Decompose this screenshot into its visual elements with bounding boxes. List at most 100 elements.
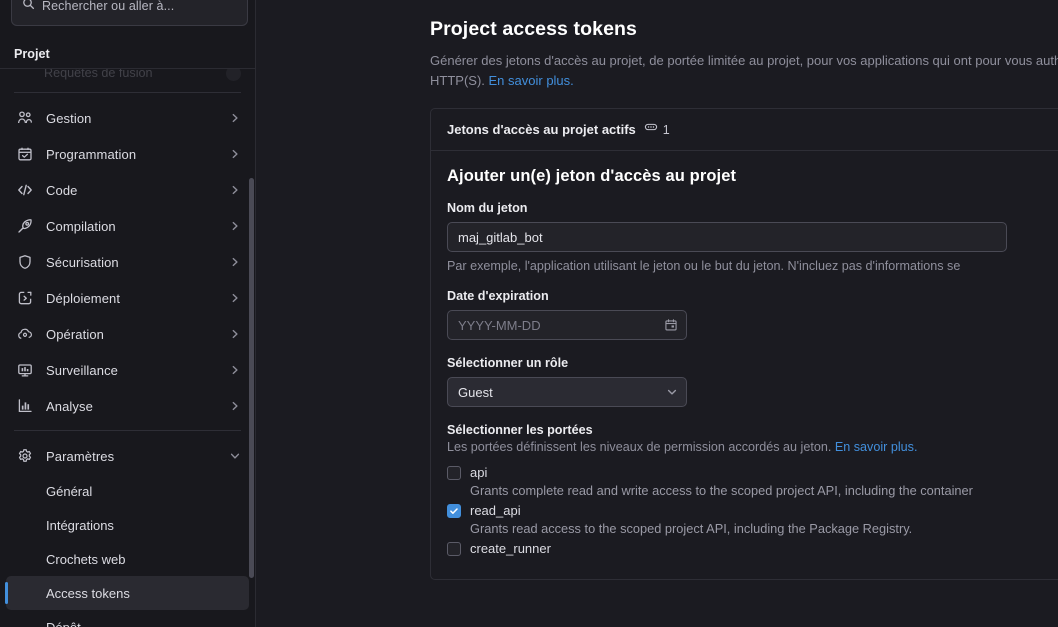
sidebar-item-label: Surveillance: [46, 362, 119, 378]
page-description: Générer des jetons d'accès au projet, de…: [430, 51, 1058, 91]
rocket-icon: [16, 217, 34, 235]
active-tokens-count: 1: [662, 122, 670, 137]
chevron-right-icon: [229, 364, 241, 376]
scope-row-read-api: read_api Grants read access to the scope…: [447, 502, 1058, 538]
add-token-form: Ajouter un(e) jeton d'accès au projet No…: [431, 151, 1058, 579]
scopes-subtitle: Les portées définissent les niveaux de p…: [447, 440, 1058, 454]
sidebar-divider-top: [14, 92, 241, 93]
token-name-label: Nom du jeton: [447, 201, 528, 215]
active-tokens-count-group: 1: [644, 120, 670, 139]
sidebar-item-label: Compilation: [46, 218, 116, 234]
app-root: Rechercher ou aller à... Projet Requêtes…: [0, 0, 1058, 627]
sidebar-item-label: Général: [46, 483, 93, 499]
shield-icon: [16, 253, 34, 271]
project-sidebar: Rechercher ou aller à... Projet Requêtes…: [0, 0, 256, 627]
sidebar-item-label: Code: [46, 182, 78, 198]
chevron-right-icon: [229, 256, 241, 268]
active-tokens-card: Jetons d'accès au projet actifs 1 Ajoute…: [430, 108, 1058, 580]
scopes-subtitle-text: Les portées définissent les niveaux de p…: [447, 440, 832, 454]
scope-name: api: [470, 465, 488, 480]
sidebar-item-general[interactable]: Général: [6, 474, 249, 508]
sidebar-item-code[interactable]: Code: [6, 172, 249, 208]
sidebar-item-webhooks[interactable]: Crochets web: [6, 542, 249, 576]
calendar-check-icon: [16, 145, 34, 163]
scopes-learn-more-link[interactable]: En savoir plus.: [835, 440, 918, 454]
token-name-input[interactable]: [447, 222, 1007, 252]
sidebar-item-integrations[interactable]: Intégrations: [6, 508, 249, 542]
role-select[interactable]: Guest: [447, 377, 687, 407]
cloud-gear-icon: [16, 325, 34, 343]
scope-checkbox-read-api[interactable]: [447, 504, 461, 518]
role-field-group: Sélectionner un rôle Guest: [447, 356, 1058, 407]
sidebar-item-label: Crochets web: [46, 551, 126, 567]
scope-name: create_runner: [470, 541, 551, 556]
chevron-down-icon: [229, 450, 241, 462]
active-tokens-title: Jetons d'accès au projet actifs: [447, 122, 636, 137]
page-description-line1: Générer des jetons d'accès au projet, de…: [430, 53, 972, 68]
scope-row-create-runner: create_runner: [447, 540, 1058, 557]
search-placeholder-text: Rechercher ou aller à...: [42, 0, 175, 13]
sidebar-item-analyse[interactable]: Analyse: [6, 388, 249, 424]
sidebar-nav-scroll: Requêtes de fusion Gestion Programmation…: [0, 60, 255, 627]
chevron-right-icon: [229, 292, 241, 304]
sidebar-section-title: Projet: [14, 46, 50, 61]
page-title: Project access tokens: [430, 18, 637, 40]
expiry-date-field-group: Date d'expiration: [447, 289, 1058, 340]
sidebar-item-programmation[interactable]: Programmation: [6, 136, 249, 172]
scope-description: Grants read access to the scoped project…: [470, 521, 913, 536]
active-tokens-card-header: Jetons d'accès au projet actifs 1: [431, 109, 1058, 151]
sidebar-item-depot[interactable]: Dépôt: [6, 610, 249, 627]
sidebar-divider-settings: [14, 430, 241, 431]
sidebar-item-compilation[interactable]: Compilation: [6, 208, 249, 244]
sidebar-item-label: Access tokens: [46, 585, 130, 601]
chart-icon: [16, 397, 34, 415]
sidebar-scrollbar[interactable]: [249, 178, 254, 578]
scopes-title: Sélectionner les portées: [447, 423, 593, 437]
scopes-section: Sélectionner les portées Les portées déf…: [447, 423, 1058, 557]
sidebar-item-label: Gestion: [46, 110, 92, 126]
token-name-help: Par exemple, l'application utilisant le …: [447, 259, 961, 273]
sidebar-item-label: Programmation: [46, 146, 137, 162]
sidebar-item-label: Opération: [46, 326, 104, 342]
add-token-form-title: Ajouter un(e) jeton d'accès au projet: [447, 167, 737, 185]
token-name-field-group: Nom du jeton Par exemple, l'application …: [447, 201, 1058, 273]
role-select-value: Guest: [458, 384, 493, 400]
scope-description: Grants complete read and write access to…: [470, 483, 973, 498]
sidebar-section-header: Projet: [0, 39, 255, 69]
chevron-right-icon: [229, 220, 241, 232]
expiry-date-label: Date d'expiration: [447, 289, 549, 303]
sidebar-item-label: Paramètres: [46, 448, 115, 464]
gear-icon: [16, 447, 34, 465]
sidebar-item-access-tokens[interactable]: Access tokens: [5, 576, 249, 610]
search-input[interactable]: Rechercher ou aller à...: [11, 0, 248, 26]
sidebar-item-label: Analyse: [46, 398, 93, 414]
role-label: Sélectionner un rôle: [447, 356, 569, 370]
learn-more-link[interactable]: En savoir plus.: [489, 73, 574, 88]
chevron-right-icon: [229, 400, 241, 412]
chevron-right-icon: [229, 328, 241, 340]
sidebar-item-label: Intégrations: [46, 517, 114, 533]
scope-checkbox-create-runner[interactable]: [447, 542, 461, 556]
scope-checkbox-api[interactable]: [447, 466, 461, 480]
sidebar-item-operation[interactable]: Opération: [6, 316, 249, 352]
deploy-icon: [16, 289, 34, 307]
chevron-right-icon: [229, 112, 241, 124]
scope-row-api: api Grants complete read and write acces…: [447, 464, 1058, 500]
chevron-right-icon: [229, 148, 241, 160]
chevron-right-icon: [229, 184, 241, 196]
sidebar-item-gestion[interactable]: Gestion: [6, 100, 249, 136]
sidebar-item-securisation[interactable]: Sécurisation: [6, 244, 249, 280]
scope-name: read_api: [470, 503, 521, 518]
settings-content: Project access tokens Générer des jetons…: [430, 0, 1058, 627]
sidebar-item-label: Dépôt: [46, 619, 81, 627]
code-icon: [16, 181, 34, 199]
sidebar-item-surveillance[interactable]: Surveillance: [6, 352, 249, 388]
sidebar-item-deploiement[interactable]: Déploiement: [6, 280, 249, 316]
monitor-icon: [16, 361, 34, 379]
expiry-date-input[interactable]: [447, 310, 687, 340]
token-badge-icon: [644, 120, 658, 139]
sidebar-item-parametres[interactable]: Paramètres: [6, 438, 249, 474]
main-content: Project access tokens Générer des jetons…: [256, 0, 1058, 627]
sidebar-item-label: Sécurisation: [46, 254, 119, 270]
sidebar-item-label: Déploiement: [46, 290, 121, 306]
